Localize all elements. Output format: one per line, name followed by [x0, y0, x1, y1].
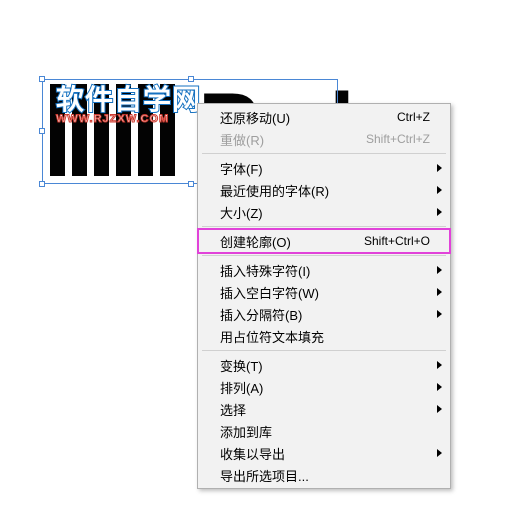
- submenu-arrow-icon: [437, 266, 442, 274]
- submenu-arrow-icon: [437, 310, 442, 318]
- submenu-arrow-icon: [437, 288, 442, 296]
- menu-transform[interactable]: 变换(T): [200, 354, 448, 376]
- menu-undo-move[interactable]: 还原移动(U) Ctrl+Z: [200, 106, 448, 128]
- menu-label: 插入分隔符(B): [220, 305, 430, 324]
- menu-fill-placeholder[interactable]: 用占位符文本填充: [200, 325, 448, 347]
- menu-select[interactable]: 选择: [200, 398, 448, 420]
- menu-label: 用占位符文本填充: [220, 327, 430, 346]
- menu-create-outlines[interactable]: 创建轮廓(O) Shift+Ctrl+O: [200, 230, 448, 252]
- submenu-arrow-icon: [437, 361, 442, 369]
- menu-separator: [202, 350, 446, 351]
- menu-shortcut: Shift+Ctrl+Z: [366, 132, 430, 146]
- menu-shortcut: Ctrl+Z: [397, 110, 430, 124]
- selection-handle[interactable]: [188, 76, 194, 82]
- menu-separator: [202, 255, 446, 256]
- menu-separator: [202, 226, 446, 227]
- menu-add-to-library[interactable]: 添加到库: [200, 420, 448, 442]
- menu-label: 插入空白字符(W): [220, 283, 430, 302]
- canvas-area: Pad 软件自学网 WWW.RJZXW.COM 还原移动(U) Ctrl+Z 重…: [0, 0, 509, 526]
- menu-insert-whitespace[interactable]: 插入空白字符(W): [200, 281, 448, 303]
- submenu-arrow-icon: [437, 449, 442, 457]
- menu-label: 排列(A): [220, 378, 430, 397]
- menu-recent-fonts[interactable]: 最近使用的字体(R): [200, 179, 448, 201]
- menu-label: 插入特殊字符(I): [220, 261, 430, 280]
- selection-handle[interactable]: [39, 128, 45, 134]
- menu-label: 创建轮廓(O): [220, 232, 352, 251]
- menu-label: 导出所选项目...: [220, 466, 430, 485]
- menu-label: 选择: [220, 400, 430, 419]
- menu-export-selection[interactable]: 导出所选项目...: [200, 464, 448, 486]
- menu-collect-export[interactable]: 收集以导出: [200, 442, 448, 464]
- menu-redo[interactable]: 重做(R) Shift+Ctrl+Z: [200, 128, 448, 150]
- submenu-arrow-icon: [437, 208, 442, 216]
- submenu-arrow-icon: [437, 186, 442, 194]
- selection-handle[interactable]: [39, 76, 45, 82]
- menu-font[interactable]: 字体(F): [200, 157, 448, 179]
- menu-label: 最近使用的字体(R): [220, 181, 430, 200]
- menu-size[interactable]: 大小(Z): [200, 201, 448, 223]
- menu-label: 添加到库: [220, 422, 430, 441]
- submenu-arrow-icon: [437, 383, 442, 391]
- submenu-arrow-icon: [437, 164, 442, 172]
- menu-shortcut: Shift+Ctrl+O: [364, 234, 430, 248]
- menu-label: 大小(Z): [220, 203, 430, 222]
- submenu-arrow-icon: [437, 405, 442, 413]
- menu-insert-special-char[interactable]: 插入特殊字符(I): [200, 259, 448, 281]
- menu-arrange[interactable]: 排列(A): [200, 376, 448, 398]
- menu-label: 收集以导出: [220, 444, 430, 463]
- menu-label: 重做(R): [220, 130, 354, 149]
- menu-separator: [202, 153, 446, 154]
- menu-label: 还原移动(U): [220, 108, 385, 127]
- menu-label: 变换(T): [220, 356, 430, 375]
- menu-insert-break[interactable]: 插入分隔符(B): [200, 303, 448, 325]
- selection-handle[interactable]: [39, 181, 45, 187]
- context-menu: 还原移动(U) Ctrl+Z 重做(R) Shift+Ctrl+Z 字体(F) …: [197, 103, 451, 489]
- selection-handle[interactable]: [188, 181, 194, 187]
- menu-label: 字体(F): [220, 159, 430, 178]
